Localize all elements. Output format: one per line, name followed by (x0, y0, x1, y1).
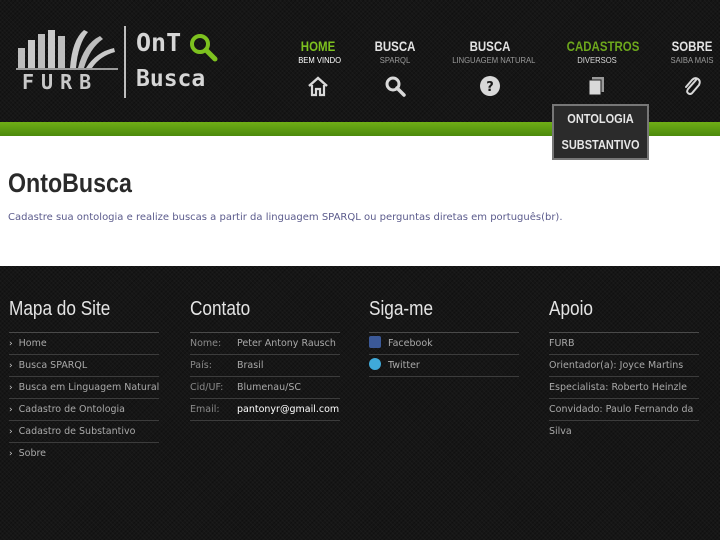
question-icon: ? (480, 76, 500, 96)
nav-home-title: HOME (300, 38, 336, 54)
contact-key: País: (190, 360, 212, 371)
support-row: Orientador(a): Joyce Martins (549, 355, 699, 377)
arrow-icon: › (9, 427, 13, 437)
contact-row-country: País: Brasil (190, 355, 340, 377)
sitemap-link[interactable]: Busca em Linguagem Natural (19, 382, 160, 393)
nav-busca-ln-title: BUSCA (469, 38, 511, 54)
sitemap-link[interactable]: Sobre (19, 448, 46, 459)
footer-support: Apoio FURB Orientador(a): Joyce Martins … (549, 298, 719, 443)
nav-sobre[interactable]: SOBRE SAIBA MAIS (666, 38, 718, 97)
contact-key: Email: (190, 404, 220, 415)
social-title: Siga-me (369, 298, 434, 320)
support-row: Especialista: Roberto Heinzle (549, 377, 699, 399)
support-row-furb[interactable]: FURB (549, 333, 699, 355)
contact-key: Nome: (190, 338, 222, 349)
logo-divider (124, 26, 126, 98)
logo-busca-text: Busca (136, 66, 206, 92)
contact-value: Blumenau/SC (237, 382, 302, 393)
paperclip-icon (685, 77, 701, 95)
footer-social: Siga-me Facebook Twitter (369, 298, 539, 377)
magnifier-logo-icon (190, 34, 218, 62)
sitemap-item-cadastro-ontologia[interactable]: › Cadastro de Ontologia (9, 399, 159, 421)
arrow-icon: › (9, 405, 13, 415)
sitemap-title: Mapa do Site (9, 298, 111, 320)
svg-text:?: ? (486, 80, 494, 95)
sitemap-item-sobre[interactable]: › Sobre (9, 443, 159, 465)
dropdown-item-substantivo[interactable]: SUBSTANTIVO (560, 132, 642, 158)
sitemap-link[interactable]: Busca SPARQL (19, 360, 88, 371)
arrow-icon: › (9, 339, 13, 349)
furb-link[interactable]: FURB (549, 338, 575, 349)
nav-sobre-title: SOBRE (671, 38, 713, 54)
documents-icon (588, 77, 604, 96)
nav-home[interactable]: HOME BEM VINDO (296, 38, 342, 97)
nav-home-subtitle: BEM VINDO (298, 55, 342, 65)
sitemap-item-busca-sparql[interactable]: › Busca SPARQL (9, 355, 159, 377)
contact-key: Cid/UF: (190, 382, 224, 393)
house-icon (308, 76, 328, 97)
books-logo-icon (16, 30, 118, 70)
contact-row-name: Nome: Peter Antony Rausch (190, 333, 340, 355)
sitemap-link[interactable]: Cadastro de Substantivo (19, 426, 136, 437)
contact-row-city: Cid/UF: Blumenau/SC (190, 377, 340, 399)
cadastros-dropdown: ONTOLOGIA SUBSTANTIVO (552, 104, 649, 160)
sitemap-item-home[interactable]: › Home (9, 333, 159, 355)
sitemap-link[interactable]: Home (19, 338, 47, 349)
nav-cadastros-subtitle: DIVERSOS (577, 55, 617, 65)
logo-onto-text: OnT (136, 28, 182, 57)
contact-title: Contato (190, 298, 251, 320)
nav-busca-sparql-title: BUSCA (374, 38, 416, 54)
contact-row-email: Email: pantonyr@gmail.com (190, 399, 340, 421)
social-item-facebook[interactable]: Facebook (369, 333, 519, 355)
footer-contact: Contato Nome: Peter Antony Rausch País: Br… (190, 298, 360, 421)
nav-cadastros-title: CADASTROS (566, 38, 640, 54)
twitter-icon (369, 358, 381, 370)
support-row: Convidado: Paulo Fernando da (549, 399, 699, 421)
social-link[interactable]: Twitter (388, 360, 420, 371)
nav-sobre-subtitle: SAIBA MAIS (670, 55, 714, 65)
contact-value: Brasil (237, 360, 264, 371)
nav-busca-ln-subtitle: LINGUAGEM NATURAL (452, 55, 536, 65)
page-description: Cadastre sua ontologia e realize buscas … (8, 212, 563, 223)
logo-furb-text: FURB (22, 70, 99, 94)
arrow-icon: › (9, 449, 13, 459)
support-row: Silva (549, 426, 572, 437)
page-title: OntoBusca (8, 168, 132, 198)
nav-busca-sparql[interactable]: BUSCA SPARQL (368, 38, 422, 97)
sitemap-item-cadastro-substantivo[interactable]: › Cadastro de Substantivo (9, 421, 159, 443)
facebook-icon (369, 336, 381, 348)
site-logo[interactable]: FURB OnT Busca (10, 22, 220, 102)
dropdown-item-ontologia[interactable]: ONTOLOGIA (560, 106, 642, 132)
nav-busca-sparql-subtitle: SPARQL (379, 55, 411, 65)
sitemap-link[interactable]: Cadastro de Ontologia (19, 404, 125, 415)
sitemap-item-busca-ln[interactable]: › Busca em Linguagem Natural (9, 377, 159, 399)
site-footer: Mapa do Site › Home › Busca SPARQL › Busca … (0, 266, 720, 540)
arrow-icon: › (9, 383, 13, 393)
social-link[interactable]: Facebook (388, 338, 433, 349)
arrow-icon: › (9, 361, 13, 371)
social-item-twitter[interactable]: Twitter (369, 355, 519, 377)
search-icon (385, 76, 406, 97)
contact-value: Peter Antony Rausch (237, 338, 336, 349)
footer-sitemap: Mapa do Site › Home › Busca SPARQL › Busca … (9, 298, 179, 465)
nav-busca-linguagem-natural[interactable]: BUSCA LINGUAGEM NATURAL ? (448, 38, 536, 97)
support-title: Apoio (549, 298, 593, 320)
nav-cadastros[interactable]: CADASTROS DIVERSOS (560, 38, 640, 97)
contact-email-link[interactable]: pantonyr@gmail.com (237, 404, 339, 415)
